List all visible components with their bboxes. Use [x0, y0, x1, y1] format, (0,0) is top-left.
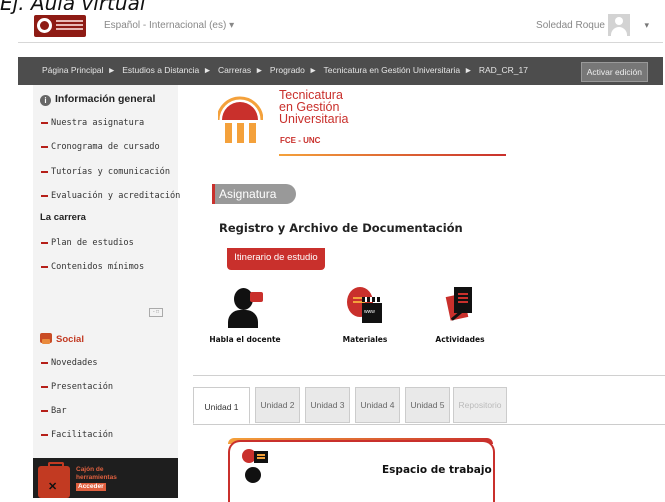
sidebar: i Información general Nuestra asignatura …	[33, 85, 180, 498]
toolbox-label: Cajón de herramientas	[76, 466, 117, 481]
user-menu-caret-icon[interactable]: ▾	[644, 20, 649, 31]
workspace-icon	[242, 449, 272, 489]
sidebar-item-facilitation[interactable]: Facilitación	[41, 430, 113, 440]
toolbox-banner[interactable]: ✕ Cajón de herramientas Acceder	[33, 458, 178, 498]
info-icon: i	[40, 95, 51, 106]
teacher-speaks-label: Habla el docente	[209, 335, 281, 344]
breadcrumb: Página Principal ► Estudios a Distancia ► …	[42, 65, 532, 75]
program-name: Tecnicatura en Gestión Universitaria	[279, 88, 349, 126]
user-avatar-icon[interactable]	[608, 14, 630, 36]
activities-icon	[445, 287, 476, 331]
university-seal-icon	[37, 18, 52, 33]
activities-button[interactable]: Actividades	[420, 287, 500, 347]
edit-mode-button[interactable]: Activar edición	[580, 62, 648, 82]
breadcrumb-careers[interactable]: Carreras	[218, 65, 251, 75]
breadcrumb-home[interactable]: Página Principal	[42, 65, 103, 75]
materials-label: Materiales	[342, 335, 388, 344]
chat-bubbles-icon	[40, 333, 52, 344]
bullet-dash-icon	[41, 145, 48, 148]
sidebar-item-our-subject[interactable]: Nuestra asignatura	[41, 118, 144, 128]
materials-icon	[347, 287, 385, 331]
bullet-dash-icon	[41, 409, 48, 412]
bullet-dash-icon	[41, 170, 48, 173]
materials-button[interactable]: Materiales	[325, 287, 405, 347]
tab-unidad-2[interactable]: Unidad 2	[255, 387, 300, 423]
workspace-title: Espacio de trabajo	[382, 464, 492, 476]
section-label: Asignatura	[212, 184, 296, 204]
breadcrumb-program[interactable]: Tecnicatura en Gestión Universitaria	[324, 65, 461, 75]
breadcrumb-separator: ►	[107, 65, 116, 75]
bullet-dash-icon	[41, 194, 48, 197]
program-logo-icon	[218, 96, 263, 143]
tab-unidad-1[interactable]: Unidad 1	[193, 387, 250, 424]
teacher-speaks-button[interactable]: Habla el docente	[205, 287, 285, 347]
breadcrumb-distance-studies[interactable]: Estudios a Distancia	[122, 65, 199, 75]
collapse-block-icon[interactable]: - □	[149, 308, 163, 317]
sidebar-item-news[interactable]: Novedades	[41, 358, 98, 368]
bullet-dash-icon	[41, 241, 48, 244]
header-divider	[279, 154, 506, 156]
language-selector[interactable]: Español - Internacional (es) ▾	[104, 20, 234, 31]
breadcrumb-undergrad[interactable]: Progrado	[270, 65, 305, 75]
faculty-logo[interactable]	[34, 15, 86, 37]
sidebar-item-evaluation[interactable]: Evaluación y acreditación	[41, 191, 180, 201]
breadcrumb-bar: Página Principal ► Estudios a Distancia ► …	[18, 57, 663, 85]
program-subtitle: FCE - UNC	[280, 136, 321, 145]
tab-unidad-5[interactable]: Unidad 5	[405, 387, 450, 423]
section-divider	[193, 375, 665, 376]
top-navbar: Español - Internacional (es) ▾ Soledad R…	[18, 10, 663, 43]
tab-repositorio[interactable]: Repositorio	[453, 387, 507, 423]
bullet-dash-icon	[41, 265, 48, 268]
sidebar-item-schedule[interactable]: Cronograma de cursado	[41, 142, 160, 152]
sidebar-item-min-contents[interactable]: Contenidos mínimos	[41, 262, 144, 272]
breadcrumb-separator: ►	[308, 65, 318, 75]
bullet-dash-icon	[41, 361, 48, 364]
sidebar-item-bar[interactable]: Bar	[41, 406, 67, 416]
general-info-heading[interactable]: i Información general	[40, 93, 155, 106]
course-title: Registro y Archivo de Documentación	[219, 221, 463, 235]
breadcrumb-separator: ►	[203, 65, 212, 75]
social-heading[interactable]: Social	[40, 333, 84, 345]
bullet-dash-icon	[41, 433, 48, 436]
unit-tabs: Unidad 1 Unidad 2 Unidad 3 Unidad 4 Unid…	[193, 387, 665, 425]
tab-unidad-3[interactable]: Unidad 3	[305, 387, 350, 423]
bullet-dash-icon	[41, 385, 48, 388]
sidebar-item-presentation[interactable]: Presentación	[41, 382, 113, 392]
sidebar-item-tutoring[interactable]: Tutorías y comunicación	[41, 167, 170, 177]
study-itinerary-tab[interactable]: Itinerario de estudio	[227, 248, 325, 270]
user-name[interactable]: Soledad Roque	[536, 20, 605, 31]
toolbox-access-badge[interactable]: Acceder	[76, 483, 106, 491]
breadcrumb-course[interactable]: RAD_CR_17	[479, 65, 528, 75]
teacher-speaks-icon	[228, 288, 263, 332]
breadcrumb-separator: ►	[255, 65, 264, 75]
workspace-panel[interactable]: Espacio de trabajo	[228, 438, 495, 502]
breadcrumb-separator: ►	[464, 65, 473, 75]
activities-label: Actividades	[435, 335, 485, 344]
sidebar-item-study-plan[interactable]: Plan de estudios	[41, 238, 134, 248]
career-heading: La carrera	[40, 212, 86, 223]
tab-unidad-4[interactable]: Unidad 4	[355, 387, 400, 423]
bullet-dash-icon	[41, 121, 48, 124]
toolbox-icon: ✕	[38, 462, 70, 498]
